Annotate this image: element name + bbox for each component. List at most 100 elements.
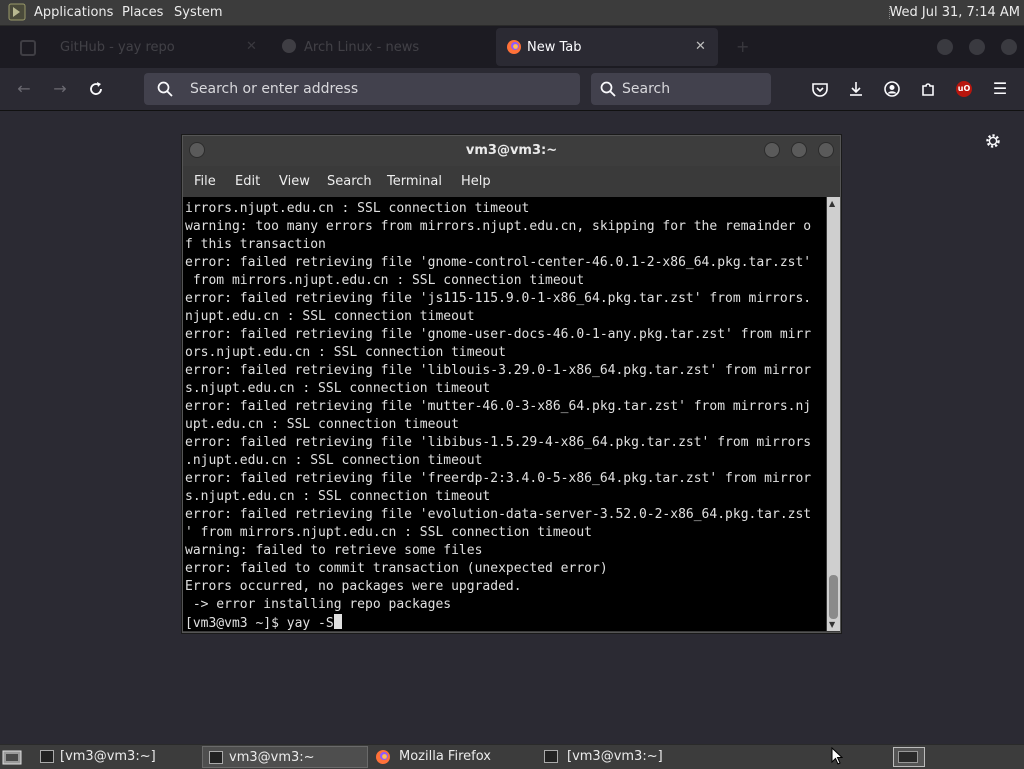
clock[interactable]: Wed Jul 31, 7:14 AM xyxy=(889,0,1020,25)
firefox-icon xyxy=(507,40,521,54)
tab-label: GitHub - yay repo xyxy=(60,40,175,55)
close-window-icon[interactable] xyxy=(1001,39,1017,55)
terminal-line: ors.njupt.edu.cn : SSL connection timeou… xyxy=(185,345,506,360)
scrollbar-thumb[interactable] xyxy=(829,575,838,619)
terminal-line: f this transaction xyxy=(185,237,326,252)
terminal-line: error: failed retrieving file 'js115-115… xyxy=(185,291,812,306)
firefox-icon xyxy=(376,750,390,764)
search-icon xyxy=(157,81,173,97)
task-label: [vm3@vm3:~] xyxy=(60,749,156,764)
bottom-taskbar: [vm3@vm3:~] vm3@vm3:~ Mozilla Firefox [v… xyxy=(0,744,1024,769)
tab-favicon-icon xyxy=(282,39,296,53)
tab-inactive-1[interactable]: GitHub - yay repo ✕ xyxy=(8,28,262,66)
menu-view[interactable]: View xyxy=(279,174,310,189)
extensions-icon[interactable] xyxy=(918,79,938,99)
terminal-scrollbar[interactable]: ▲ ▼ xyxy=(827,197,840,631)
ublock-icon[interactable]: uO xyxy=(954,79,974,99)
tab-favicon-icon xyxy=(20,40,36,56)
terminal-line: error: failed retrieving file 'libibus-1… xyxy=(185,435,812,450)
window-menu-icon[interactable] xyxy=(189,142,205,158)
address-bar[interactable]: Search or enter address xyxy=(144,73,580,105)
maximize-icon[interactable] xyxy=(791,142,807,158)
top-panel: Applications Places System Wed Jul 31, 7… xyxy=(0,0,1024,26)
menu-search[interactable]: Search xyxy=(327,174,372,189)
menu-places[interactable]: Places xyxy=(122,0,163,25)
minimize-window-icon[interactable] xyxy=(937,39,953,55)
tab-close-icon[interactable]: ✕ xyxy=(246,39,257,54)
tab-label: New Tab xyxy=(527,40,582,55)
task-label: [vm3@vm3:~] xyxy=(567,749,663,764)
terminal-line: error: failed retrieving file 'mutter-46… xyxy=(185,399,812,414)
terminal-line: error: failed retrieving file 'gnome-use… xyxy=(185,327,812,342)
minimize-icon[interactable] xyxy=(764,142,780,158)
terminal-menubar: File Edit View Search Terminal Help xyxy=(183,170,840,196)
tab-inactive-2[interactable]: Arch Linux - news xyxy=(270,28,490,66)
terminal-icon xyxy=(544,750,558,763)
terminal-prompt: [vm3@vm3 ~]$ yay -S xyxy=(185,614,811,631)
tab-label: Arch Linux - news xyxy=(304,40,420,55)
terminal-titlebar[interactable]: vm3@vm3:~ xyxy=(183,136,840,166)
workspace-window-preview xyxy=(898,751,918,763)
terminal-line: .njupt.edu.cn : SSL connection timeout xyxy=(185,453,483,468)
search-bar[interactable]: Search xyxy=(591,73,771,105)
task-label: vm3@vm3:~ xyxy=(229,750,315,765)
terminal-line: Errors occurred, no packages were upgrad… xyxy=(185,579,522,594)
terminal-line: warning: too many errors from mirrors.nj… xyxy=(185,219,812,234)
terminal-line: error: failed to commit transaction (une… xyxy=(185,561,608,576)
terminal-icon xyxy=(40,750,54,763)
tab-new-tab[interactable]: New Tab ✕ xyxy=(496,28,718,66)
terminal-line: error: failed retrieving file 'freerdp-2… xyxy=(185,471,812,486)
menu-edit[interactable]: Edit xyxy=(235,174,260,189)
task-terminal-1[interactable]: [vm3@vm3:~] xyxy=(34,746,198,768)
address-placeholder: Search or enter address xyxy=(190,81,359,97)
terminal-line: error: failed retrieving file 'gnome-con… xyxy=(185,255,812,270)
browser-navbar: ← → Search or enter address Search uO ☰ xyxy=(0,68,1024,111)
terminal-line: from mirrors.njupt.edu.cn : SSL connecti… xyxy=(185,273,585,288)
terminal-line: irrors.njupt.edu.cn : SSL connection tim… xyxy=(185,201,530,216)
scroll-down-icon[interactable]: ▼ xyxy=(829,620,835,629)
new-tab-button[interactable]: + xyxy=(730,26,916,68)
close-icon[interactable] xyxy=(818,142,834,158)
terminal-window[interactable]: vm3@vm3:~ File Edit View Search Terminal… xyxy=(182,135,841,633)
mouse-pointer-icon xyxy=(831,747,843,765)
terminal-text: irrors.njupt.edu.cn : SSL connection tim… xyxy=(185,200,811,631)
account-icon[interactable] xyxy=(882,79,902,99)
maximize-window-icon[interactable] xyxy=(969,39,985,55)
terminal-line: s.njupt.edu.cn : SSL connection timeout xyxy=(185,489,491,504)
terminal-title: vm3@vm3:~ xyxy=(465,143,558,158)
menu-file[interactable]: File xyxy=(194,174,216,189)
show-desktop-icon[interactable] xyxy=(2,748,22,766)
task-label: Mozilla Firefox xyxy=(399,749,491,764)
pocket-icon[interactable] xyxy=(810,79,830,99)
task-terminal-3[interactable]: [vm3@vm3:~] xyxy=(538,746,702,768)
terminal-line: ' from mirrors.njupt.edu.cn : SSL connec… xyxy=(185,525,592,540)
terminal-icon xyxy=(209,751,223,764)
terminal-output[interactable]: irrors.njupt.edu.cn : SSL connection tim… xyxy=(183,197,826,631)
menu-applications[interactable]: Applications xyxy=(34,0,113,25)
task-firefox[interactable]: Mozilla Firefox xyxy=(370,746,534,768)
browser-tab-strip: GitHub - yay repo ✕ Arch Linux - news Ne… xyxy=(0,26,1024,68)
menu-help[interactable]: Help xyxy=(461,174,491,189)
menu-icon[interactable]: ☰ xyxy=(990,79,1010,99)
gear-icon[interactable] xyxy=(984,132,1002,150)
terminal-line: s.njupt.edu.cn : SSL connection timeout xyxy=(185,381,491,396)
search-placeholder: Search xyxy=(622,81,671,97)
forward-icon[interactable]: → xyxy=(50,79,70,99)
terminal-line: upt.edu.cn : SSL connection timeout xyxy=(185,417,459,432)
terminal-line: error: failed retrieving file 'liblouis-… xyxy=(185,363,812,378)
terminal-line: error: failed retrieving file 'evolution… xyxy=(185,507,812,522)
reload-icon[interactable] xyxy=(86,79,106,99)
applications-logo-icon[interactable] xyxy=(8,3,26,21)
terminal-line: -> error installing repo packages xyxy=(185,597,452,612)
back-icon[interactable]: ← xyxy=(14,79,34,99)
terminal-line: njupt.edu.cn : SSL connection timeout xyxy=(185,309,475,324)
task-terminal-2[interactable]: vm3@vm3:~ xyxy=(202,746,368,768)
search-icon xyxy=(600,81,616,97)
menu-system[interactable]: System xyxy=(174,0,222,25)
tab-close-icon[interactable]: ✕ xyxy=(695,39,706,54)
terminal-prompt-text: [vm3@vm3 ~]$ yay -S xyxy=(185,616,334,631)
menu-terminal[interactable]: Terminal xyxy=(387,174,442,189)
download-icon[interactable] xyxy=(846,79,866,99)
workspace-switcher[interactable] xyxy=(893,747,925,767)
scroll-up-icon[interactable]: ▲ xyxy=(829,199,835,208)
